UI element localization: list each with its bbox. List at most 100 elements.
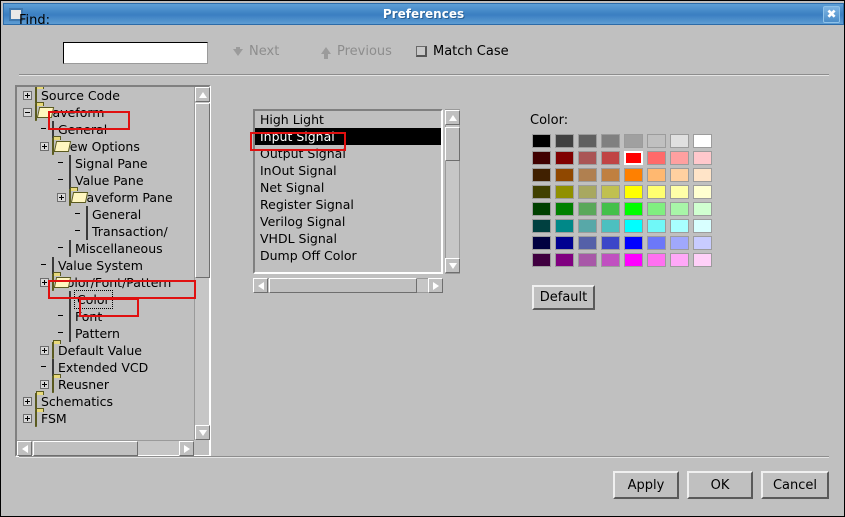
color-swatch[interactable] [532, 252, 551, 267]
color-swatch[interactable] [601, 252, 620, 267]
tree-item-fsm[interactable]: FSM [17, 410, 195, 427]
color-swatch-cell[interactable] [691, 166, 714, 183]
color-swatch[interactable] [578, 218, 597, 233]
list-scroll-up-button[interactable] [445, 110, 460, 125]
color-swatch-cell[interactable] [645, 166, 668, 183]
color-swatch[interactable] [555, 235, 574, 250]
color-swatch-cell[interactable] [553, 166, 576, 183]
expand-icon[interactable] [57, 193, 66, 202]
color-swatch[interactable] [578, 252, 597, 267]
tree-item-pattern[interactable]: Pattern [17, 325, 195, 342]
color-swatch[interactable] [647, 218, 666, 233]
list-vertical-scrollbar[interactable] [445, 109, 460, 274]
cancel-button[interactable]: Cancel [761, 471, 829, 499]
color-swatch[interactable] [670, 218, 689, 233]
tree-scroll-thumb[interactable] [195, 103, 210, 278]
color-swatch[interactable] [532, 201, 551, 216]
expand-icon[interactable] [40, 142, 49, 151]
tree-horizontal-scrollbar[interactable] [17, 440, 194, 456]
color-swatch[interactable] [555, 201, 574, 216]
tree-item-transaction[interactable]: Transaction/ [17, 223, 195, 240]
color-swatch-cell[interactable] [530, 234, 553, 251]
tree-item-view-options[interactable]: View Options [17, 138, 195, 155]
color-swatch-cell[interactable] [599, 234, 622, 251]
list-item[interactable]: Input Signal [255, 128, 441, 145]
color-swatch-cell[interactable] [622, 132, 645, 149]
ok-button[interactable]: OK [687, 471, 753, 499]
color-swatch-cell[interactable] [553, 234, 576, 251]
color-swatch-cell[interactable] [691, 251, 714, 268]
tree-scroll-up-button[interactable] [195, 87, 210, 102]
color-swatch[interactable] [647, 184, 666, 199]
color-swatch[interactable] [693, 218, 712, 233]
list-item[interactable]: VHDL Signal [255, 230, 441, 247]
tree-item-waveform[interactable]: Waveform [17, 104, 195, 121]
color-swatch[interactable] [532, 133, 551, 148]
color-swatch[interactable] [601, 184, 620, 199]
color-swatch[interactable] [693, 235, 712, 250]
color-swatch[interactable] [647, 167, 666, 182]
color-swatch-cell[interactable] [622, 251, 645, 268]
tree-item-waveform-pane[interactable]: Waveform Pane [17, 189, 195, 206]
color-swatch[interactable] [647, 235, 666, 250]
color-swatch-cell[interactable] [553, 149, 576, 166]
color-swatch[interactable] [647, 133, 666, 148]
color-swatch-cell[interactable] [599, 149, 622, 166]
color-swatch-cell[interactable] [553, 132, 576, 149]
color-swatch[interactable] [578, 235, 597, 250]
tree-hscroll-thumb[interactable] [33, 441, 138, 456]
color-swatch[interactable] [670, 150, 689, 165]
list-scroll-down-button[interactable] [445, 258, 460, 273]
tree-item-general[interactable]: General [17, 206, 195, 223]
color-swatch-cell[interactable] [576, 200, 599, 217]
color-swatch[interactable] [555, 150, 574, 165]
color-swatch[interactable] [601, 133, 620, 148]
tree-scroll-left-button[interactable] [17, 441, 32, 456]
color-swatch[interactable] [532, 218, 551, 233]
color-swatch-cell[interactable] [576, 166, 599, 183]
tree-scroll-down-button[interactable] [195, 425, 210, 440]
tree-item-extended-vcd[interactable]: Extended VCD [17, 359, 195, 376]
color-swatch[interactable] [693, 167, 712, 182]
color-swatch[interactable] [555, 218, 574, 233]
color-swatch-cell[interactable] [645, 251, 668, 268]
color-swatch[interactable] [578, 184, 597, 199]
color-swatch-cell[interactable] [530, 217, 553, 234]
color-swatch-cell[interactable] [530, 132, 553, 149]
color-swatch-cell[interactable] [622, 200, 645, 217]
color-swatch-cell[interactable] [553, 183, 576, 200]
color-swatch[interactable] [647, 201, 666, 216]
tree-item-value-system[interactable]: Value System [17, 257, 195, 274]
color-swatch-cell[interactable] [691, 149, 714, 166]
color-swatch-cell[interactable] [599, 183, 622, 200]
color-swatch-cell[interactable] [576, 149, 599, 166]
color-swatch[interactable] [601, 167, 620, 182]
color-swatch-cell[interactable] [668, 234, 691, 251]
color-swatch[interactable] [532, 235, 551, 250]
color-swatch-cell[interactable] [691, 234, 714, 251]
color-swatch-cell[interactable] [553, 217, 576, 234]
color-swatch-cell[interactable] [553, 200, 576, 217]
list-scroll-thumb[interactable] [445, 127, 460, 161]
color-swatch[interactable] [624, 150, 643, 165]
color-swatch-cell[interactable] [530, 200, 553, 217]
color-swatch-cell[interactable] [576, 234, 599, 251]
color-swatch[interactable] [601, 150, 620, 165]
default-button[interactable]: Default [532, 285, 595, 310]
tree-item-value-pane[interactable]: Value Pane [17, 172, 195, 189]
color-swatch-cell[interactable] [645, 217, 668, 234]
color-swatch[interactable] [624, 133, 643, 148]
color-swatch[interactable] [624, 184, 643, 199]
tree-item-default-value[interactable]: Default Value [17, 342, 195, 359]
color-swatch-cell[interactable] [691, 132, 714, 149]
color-swatch-cell[interactable] [645, 200, 668, 217]
color-swatch[interactable] [693, 133, 712, 148]
tree-item-miscellaneous[interactable]: Miscellaneous [17, 240, 195, 257]
color-swatch-cell[interactable] [530, 149, 553, 166]
color-swatch-cell[interactable] [530, 251, 553, 268]
expand-icon[interactable] [23, 397, 32, 406]
color-swatch[interactable] [578, 150, 597, 165]
tree-item-font[interactable]: Font [17, 308, 195, 325]
checkbox-icon[interactable] [416, 46, 427, 57]
color-swatch[interactable] [601, 201, 620, 216]
